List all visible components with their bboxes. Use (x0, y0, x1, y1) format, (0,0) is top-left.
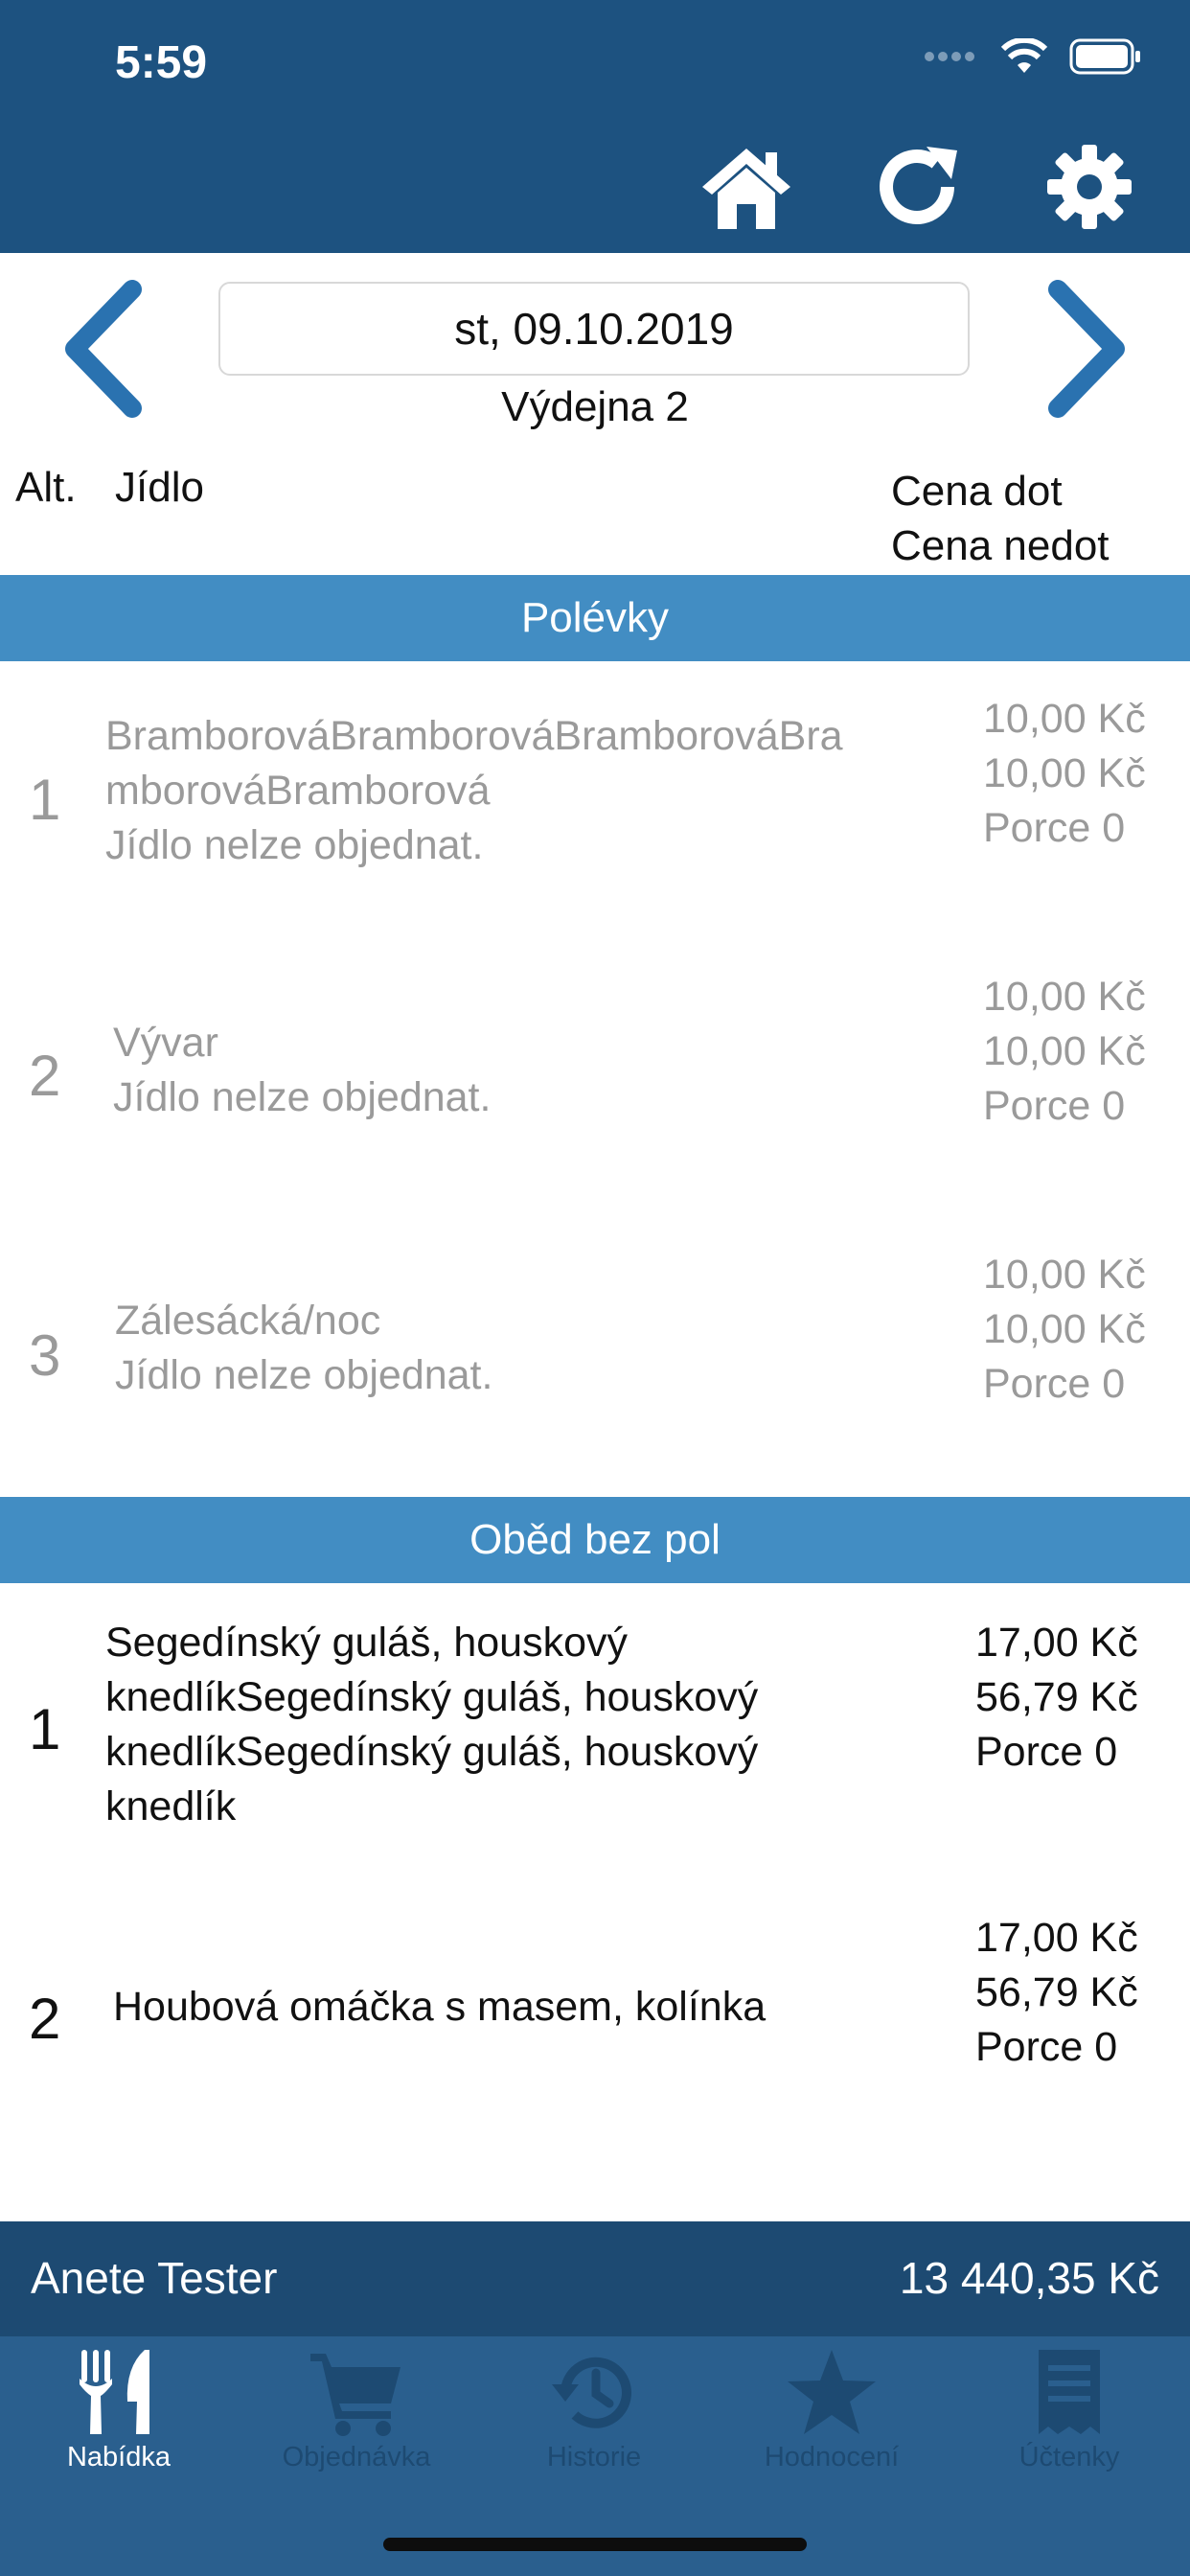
account-balance: 13 440,35 Kč (899, 2253, 1159, 2303)
section-header: Polévky (0, 575, 1190, 661)
history-icon (552, 2357, 631, 2428)
item-name: Houbová omáčka s masem, kolínka (113, 1984, 767, 2030)
item-prices: 10,00 Kč 10,00 Kč Porce 0 (983, 974, 1146, 1129)
refresh-icon (880, 147, 957, 224)
battery-icon (1069, 38, 1140, 75)
next-day-button[interactable] (1029, 276, 1144, 420)
tab-label: Historie (546, 2442, 642, 2472)
item-name: Vývar Jídlo nelze objednat. (113, 1020, 492, 1120)
gear-icon (1047, 145, 1132, 229)
section-header: Oběd bez pol (0, 1497, 1190, 1583)
account-bar: Anete Tester 13 440,35 Kč (0, 2221, 1190, 2336)
menu-item[interactable]: 2 Vývar Jídlo nelze objednat. 10,00 Kč 1… (0, 939, 1190, 1217)
menu-item[interactable]: 3 Zálesácká/noc Jídlo nelze objednat. 10… (0, 1217, 1190, 1495)
column-price-subsidized: Cena dot (891, 468, 1063, 515)
outlet-label: Výdejna 2 (501, 383, 689, 430)
column-food: Jídlo (115, 464, 204, 511)
item-name: Segedínský guláš, houskový knedlíkSegedí… (105, 1620, 759, 1829)
item-number: 2 (29, 1987, 61, 2051)
item-number: 1 (29, 1697, 61, 1761)
cart-icon (310, 2354, 400, 2436)
item-name: Zálesácká/noc Jídlo nelze objednat. (115, 1298, 493, 1398)
menu-item[interactable]: 1 Segedínský guláš, houskový knedlíkSege… (0, 1583, 1190, 1880)
wifi-icon (1000, 38, 1048, 73)
tab-rating[interactable]: Hodnocení (713, 2336, 950, 2499)
item-prices: 10,00 Kč 10,00 Kč Porce 0 (983, 696, 1146, 851)
chevron-right-icon (1048, 280, 1125, 418)
home-indicator (383, 2538, 807, 2551)
item-number: 2 (29, 1044, 61, 1108)
column-prices: Cena dot Cena nedot (891, 464, 1110, 573)
app-header: 5:59 (0, 0, 1190, 253)
home-icon (702, 149, 790, 229)
tab-order[interactable]: Objednávka (238, 2336, 475, 2499)
star-icon (788, 2350, 876, 2434)
item-prices: 17,00 Kč 56,79 Kč Porce 0 (975, 1620, 1138, 1775)
item-name: BramborováBramborováBramborováBra mborov… (105, 713, 843, 868)
item-prices: 10,00 Kč 10,00 Kč Porce 0 (983, 1252, 1146, 1407)
status-time: 5:59 (115, 37, 208, 88)
refresh-button[interactable] (864, 134, 970, 240)
column-alt: Alt. (15, 464, 77, 511)
fork-knife-icon (80, 2350, 149, 2434)
item-number: 3 (29, 1323, 61, 1388)
item-number: 1 (29, 768, 61, 832)
settings-button[interactable] (1037, 134, 1142, 240)
signal-icon (925, 52, 974, 61)
date-picker[interactable]: st, 09.10.2019 (218, 282, 970, 376)
home-button[interactable] (694, 134, 799, 240)
tab-label: Hodnocení (764, 2442, 900, 2472)
tab-receipts[interactable]: Účtenky (950, 2336, 1188, 2499)
tab-label: Objednávka (282, 2442, 431, 2472)
receipt-icon (1039, 2350, 1100, 2434)
date-navigation: st, 09.10.2019 Výdejna 2 (0, 253, 1190, 435)
tab-label: Nabídka (66, 2442, 171, 2472)
column-price-full: Cena nedot (891, 522, 1110, 569)
user-name: Anete Tester (31, 2253, 278, 2303)
menu-item[interactable]: 2 Houbová omáčka s masem, kolínka 17,00 … (0, 1880, 1190, 2158)
menu-item[interactable]: 1 BramborováBramborováBramborováBra mbor… (0, 661, 1190, 939)
status-icons (924, 38, 1142, 75)
item-prices: 17,00 Kč 56,79 Kč Porce 0 (975, 1915, 1138, 2070)
tab-history[interactable]: Historie (475, 2336, 713, 2499)
tab-menu[interactable]: Nabídka (0, 2336, 238, 2499)
tab-label: Účtenky (1018, 2442, 1120, 2472)
